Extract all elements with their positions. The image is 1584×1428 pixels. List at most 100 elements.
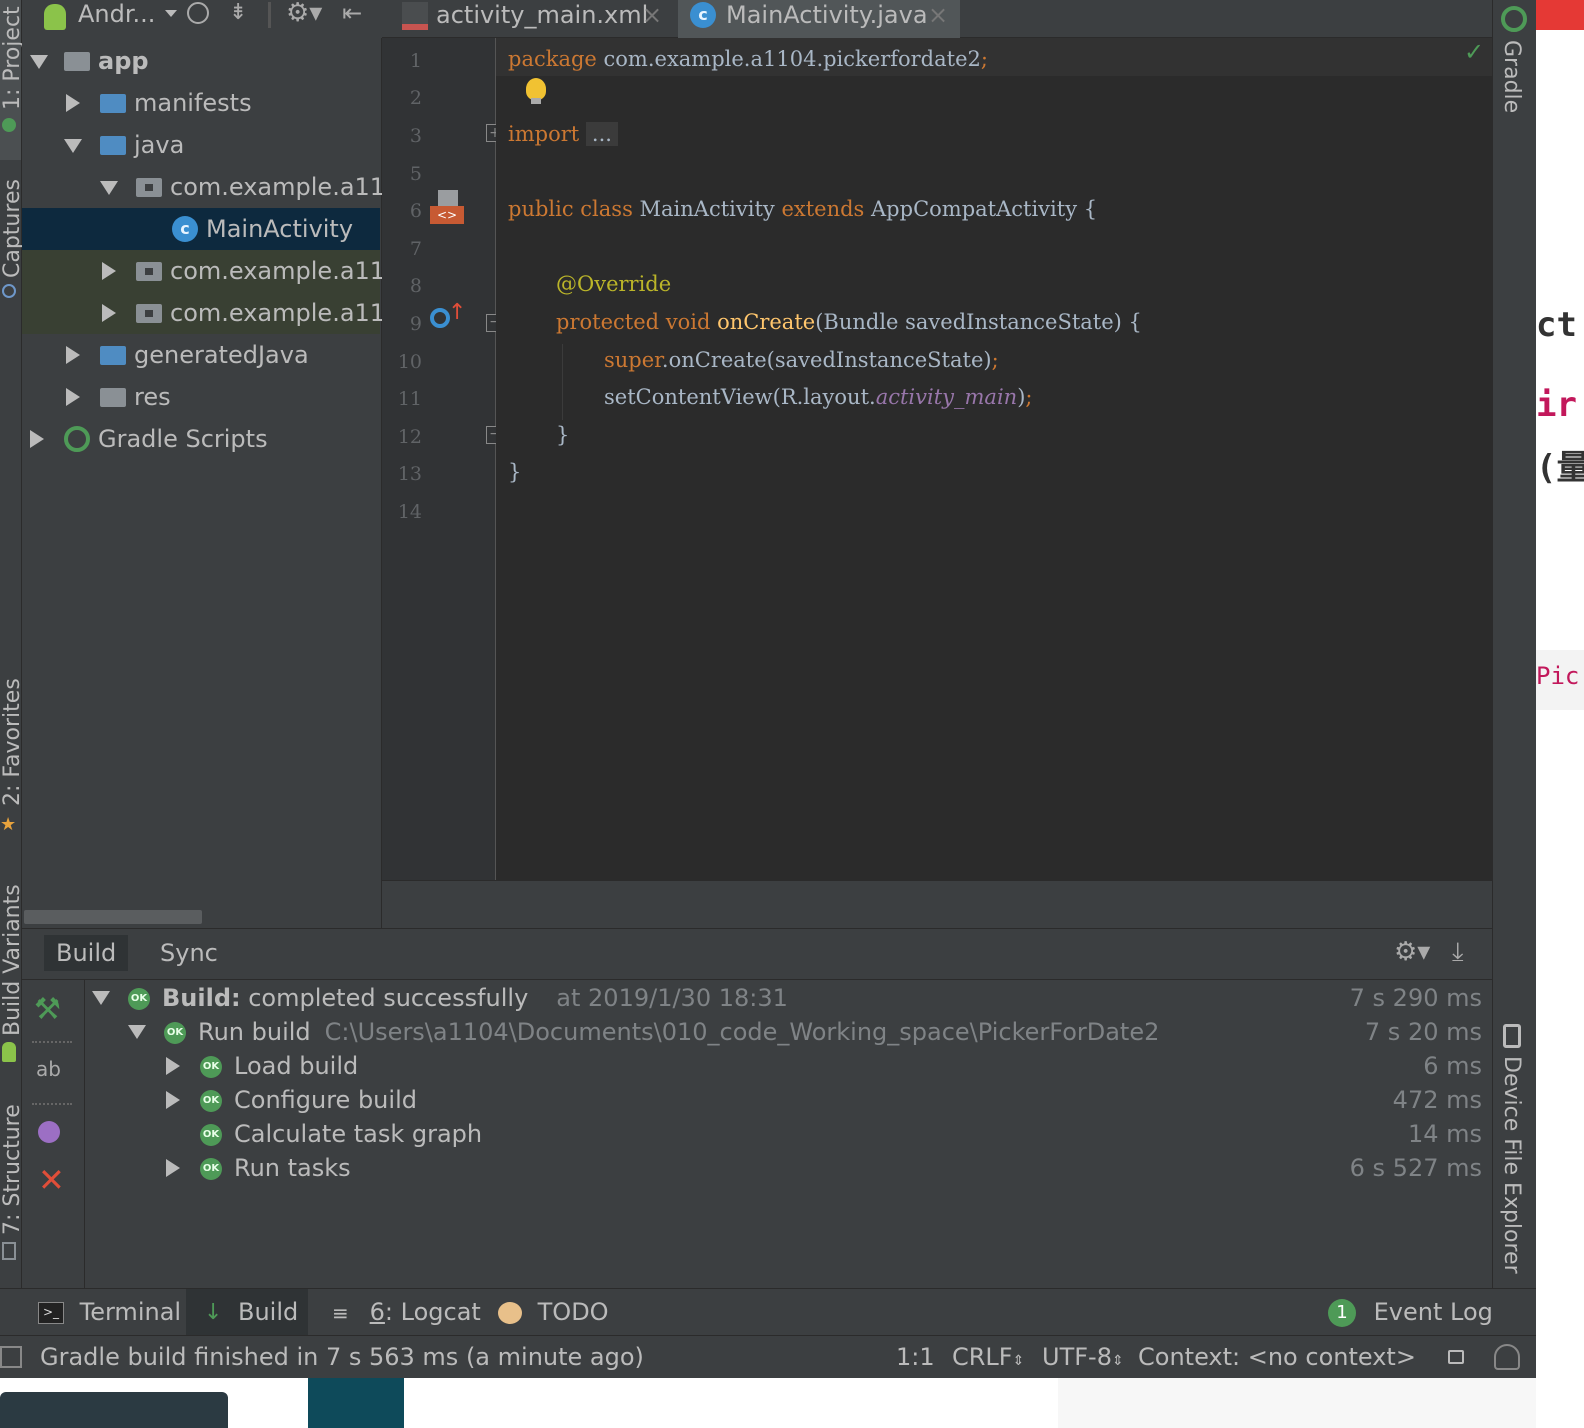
background-text: ir — [1536, 385, 1577, 425]
build-row-label: Configure build — [234, 1086, 417, 1114]
panel-toggle-icon[interactable] — [0, 1346, 22, 1368]
ok-icon: OK — [200, 1056, 222, 1078]
android-icon — [2, 1042, 16, 1062]
build-row-label: Run tasks — [234, 1154, 351, 1182]
terminal-label: Terminal — [79, 1298, 182, 1326]
todo-button[interactable]: TODO — [498, 1289, 609, 1336]
chevron-right-icon — [166, 1057, 180, 1075]
tree-item-mainactivity[interactable]: c MainActivity — [22, 208, 380, 250]
module-folder-icon — [64, 52, 90, 71]
context-indicator[interactable]: Context: <no context> — [1138, 1336, 1416, 1378]
checkmark-icon: ✓ — [1464, 38, 1485, 66]
stripe-gradle-button[interactable]: Gradle — [1499, 40, 1524, 120]
code-line: public class MainActivity extends AppCom… — [508, 197, 1098, 221]
override-icon[interactable] — [430, 308, 450, 328]
android-icon — [44, 4, 66, 30]
stripe-project-button[interactable]: 1: Project — [0, 0, 25, 160]
gradle-icon — [64, 426, 90, 452]
chevron-down-icon — [165, 10, 177, 17]
code-line: package com.example.a1104.pickerfordate2… — [508, 47, 988, 71]
settings-icon[interactable]: ⚙▾ — [286, 0, 326, 28]
encoding-label: UTF-8 — [1042, 1343, 1112, 1371]
structure-icon — [2, 1242, 16, 1260]
tree-item-java[interactable]: java — [22, 124, 380, 166]
tab-activity-main-xml[interactable]: activity_main.xml × — [398, 0, 670, 38]
toggle-view-icon[interactable]: ab — [36, 1059, 61, 1079]
tab-build[interactable]: Build — [44, 935, 129, 971]
tree-item-package[interactable]: com.example.a110 — [22, 166, 400, 208]
line-number: 8 — [409, 275, 422, 297]
lightbulb-icon[interactable] — [526, 78, 546, 100]
code-editor[interactable]: package com.example.a1104.pickerfordate2… — [496, 38, 1492, 880]
class-icon: c — [172, 216, 198, 242]
build-row-label: Load build — [234, 1052, 359, 1080]
horizontal-scrollbar[interactable] — [24, 910, 202, 924]
chevron-down-icon — [64, 139, 82, 153]
tree-item-label: com.example.a110 — [170, 173, 401, 201]
line-number: 1 — [409, 50, 422, 72]
logcat-button[interactable]: ≡ 6: Logcat — [332, 1289, 481, 1336]
line-separator-label: CRLF — [952, 1343, 1013, 1371]
indent-guide — [562, 344, 563, 420]
class-icon: c — [690, 2, 716, 28]
lock-icon[interactable] — [1448, 1350, 1464, 1364]
android-studio-window: 1: Project Captures 2: Favorites ★ Build… — [0, 0, 1536, 1378]
build-row-content: OK Run build C:\Users\a1104\Documents\010_… — [164, 1015, 1159, 1049]
status-bar: Gradle build finished in 7 s 563 ms (a m… — [0, 1335, 1536, 1378]
locate-icon[interactable] — [187, 2, 209, 24]
stripe-device-file-explorer-button[interactable]: Device File Explorer — [1499, 1056, 1524, 1274]
build-row-duration: 14 ms — [1407, 1120, 1482, 1148]
build-icon: ↓ — [204, 1300, 223, 1325]
lightbulb-base — [531, 98, 541, 104]
caret-position[interactable]: 1:1 — [896, 1336, 935, 1378]
tab-label: activity_main.xml — [436, 1, 649, 29]
code-line: import ... — [508, 122, 618, 146]
tree-item-generatedjava[interactable]: generatedJava — [22, 334, 380, 376]
generated-folder-icon — [100, 346, 126, 365]
build-button[interactable]: ↓ Build — [186, 1289, 308, 1336]
event-log-button[interactable]: 1 Event Log — [1328, 1289, 1493, 1336]
inspector-icon[interactable] — [1494, 1344, 1520, 1370]
line-separator-selector[interactable]: CRLF⇕ — [952, 1336, 1024, 1378]
tab-sync[interactable]: Sync — [148, 935, 230, 971]
background-taskbar-item — [1058, 1378, 1536, 1428]
tree-item-gradle-scripts[interactable]: Gradle Scripts — [22, 418, 380, 460]
line-number: 9 — [409, 313, 422, 335]
tree-item-package-test[interactable]: com.example.a110 — [22, 250, 400, 292]
tree-item-package-test[interactable]: com.example.a110 — [22, 292, 400, 334]
close-icon[interactable]: ✕ — [38, 1164, 65, 1196]
layout-link-icon[interactable]: <> — [430, 190, 464, 224]
build-row-bold: Build: — [162, 984, 241, 1012]
pin-icon[interactable] — [38, 1121, 60, 1143]
tree-item-app[interactable]: app — [22, 40, 380, 82]
project-toolbar: Andr... ⇟ ⚙▾ ⇤ — [22, 0, 382, 38]
tree-item-manifests[interactable]: manifests — [22, 82, 380, 124]
package-icon — [136, 178, 162, 197]
hide-icon[interactable]: ⇤ — [342, 0, 370, 28]
settings-icon[interactable]: ⚙▾ — [1394, 937, 1430, 967]
hammer-icon[interactable]: ⚒ — [34, 995, 61, 1025]
tab-mainactivity-java[interactable]: c MainActivity.java × — [678, 0, 960, 41]
collapse-icon[interactable]: ⇟ — [229, 2, 251, 26]
gradle-icon — [1501, 6, 1527, 32]
tree-item-label: generatedJava — [134, 341, 309, 369]
terminal-button[interactable]: >_ Terminal — [38, 1289, 181, 1336]
updown-icon: ⇕ — [1012, 1353, 1025, 1369]
project-view-selector[interactable]: Andr... — [78, 0, 155, 30]
tree-item-label: manifests — [134, 89, 252, 117]
build-row-duration: 472 ms — [1392, 1086, 1482, 1114]
tree-item-res[interactable]: res — [22, 376, 380, 418]
close-icon[interactable]: × — [642, 0, 662, 30]
camera-icon — [2, 284, 16, 298]
encoding-selector[interactable]: UTF-8⇕ — [1042, 1336, 1124, 1378]
build-row-content: OK Build: completed successfully at 2019/1… — [128, 981, 788, 1015]
close-icon[interactable]: × — [928, 0, 948, 30]
xml-file-icon — [402, 2, 428, 30]
android-icon — [2, 118, 16, 132]
tab-label: MainActivity.java — [726, 1, 928, 29]
code-line: setContentView(R.layout.activity_main); — [604, 385, 1033, 409]
download-icon[interactable]: ⤓ — [1452, 937, 1464, 967]
chevron-down-icon — [92, 991, 110, 1005]
chevron-down-icon — [30, 55, 48, 69]
package-icon — [136, 304, 162, 323]
